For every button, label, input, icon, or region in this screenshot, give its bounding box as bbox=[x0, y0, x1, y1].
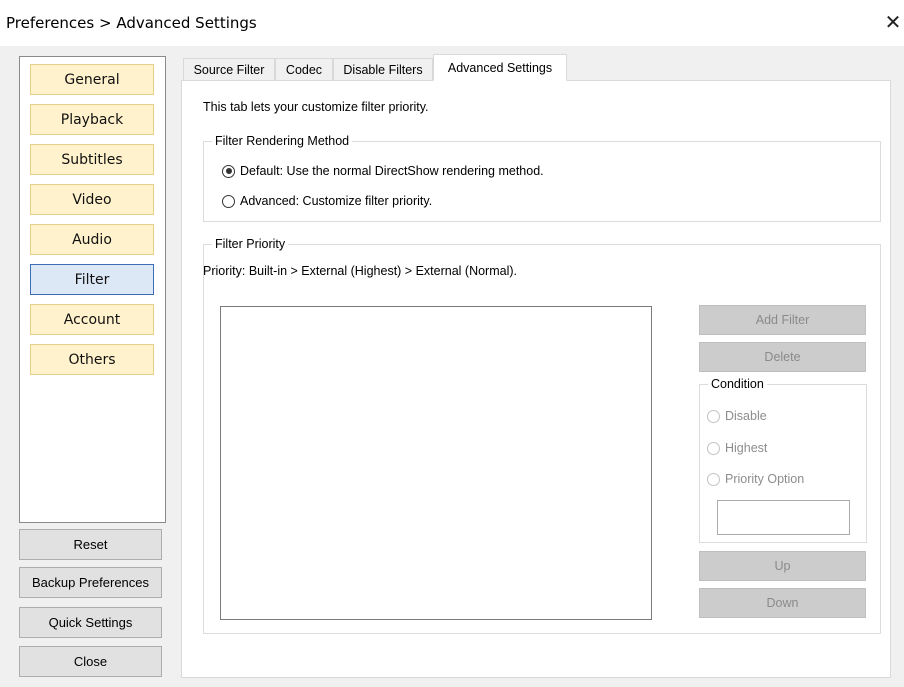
nav-subtitles[interactable]: Subtitles bbox=[30, 144, 154, 175]
nav-account[interactable]: Account bbox=[30, 304, 154, 335]
nav-general[interactable]: General bbox=[30, 64, 154, 95]
radio-unchecked-icon bbox=[222, 194, 235, 208]
nav-audio[interactable]: Audio bbox=[30, 224, 154, 255]
radio-advanced-rendering[interactable]: Advanced: Customize filter priority. bbox=[222, 194, 432, 208]
nav-playback[interactable]: Playback bbox=[30, 104, 154, 135]
radio-checked-icon bbox=[222, 164, 235, 178]
nav-others[interactable]: Others bbox=[30, 344, 154, 375]
filter-list[interactable] bbox=[220, 306, 652, 620]
radio-unchecked-icon bbox=[707, 441, 720, 455]
radio-disable[interactable]: Disable bbox=[707, 409, 767, 423]
group-title: Filter Priority bbox=[212, 237, 289, 251]
radio-label: Disable bbox=[725, 409, 767, 423]
radio-unchecked-icon bbox=[707, 472, 720, 486]
quick-settings-button[interactable]: Quick Settings bbox=[19, 607, 162, 638]
reset-button[interactable]: Reset bbox=[19, 529, 162, 560]
radio-default-rendering[interactable]: Default: Use the normal DirectShow rende… bbox=[222, 164, 544, 178]
close-icon[interactable]: ✕ bbox=[882, 10, 904, 36]
advanced-settings-panel: This tab lets your customize filter prio… bbox=[181, 80, 891, 678]
add-filter-button[interactable]: Add Filter bbox=[699, 305, 866, 335]
group-title: Condition bbox=[708, 377, 767, 391]
radio-highest[interactable]: Highest bbox=[707, 441, 767, 455]
radio-label: Default: Use the normal DirectShow rende… bbox=[240, 164, 544, 178]
tab-source-filter[interactable]: Source Filter bbox=[183, 58, 275, 80]
close-button[interactable]: Close bbox=[19, 646, 162, 677]
tab-advanced-settings[interactable]: Advanced Settings bbox=[433, 54, 567, 81]
tab-codec[interactable]: Codec bbox=[275, 58, 333, 80]
window-title: Preferences > Advanced Settings bbox=[6, 14, 257, 32]
nav-video[interactable]: Video bbox=[30, 184, 154, 215]
radio-label: Priority Option bbox=[725, 472, 805, 486]
nav-filter[interactable]: Filter bbox=[30, 264, 154, 295]
radio-unchecked-icon bbox=[707, 409, 720, 423]
priority-option-input[interactable] bbox=[717, 500, 850, 535]
radio-label: Highest bbox=[725, 441, 768, 455]
radio-label: Advanced: Customize filter priority. bbox=[240, 194, 433, 208]
rendering-method-group: Filter Rendering Method bbox=[203, 134, 881, 222]
title-bar: Preferences > Advanced Settings ✕ bbox=[0, 0, 904, 46]
backup-preferences-button[interactable]: Backup Preferences bbox=[19, 567, 162, 598]
up-button[interactable]: Up bbox=[699, 551, 866, 581]
category-nav: General Playback Subtitles Video Audio F… bbox=[19, 56, 166, 523]
group-title: Filter Rendering Method bbox=[212, 134, 353, 148]
priority-text: Priority: Built-in > External (Highest) … bbox=[203, 264, 517, 278]
down-button[interactable]: Down bbox=[699, 588, 866, 618]
tab-description: This tab lets your customize filter prio… bbox=[203, 100, 429, 114]
radio-priority-option[interactable]: Priority Option bbox=[707, 472, 804, 486]
tab-disable-filters[interactable]: Disable Filters bbox=[333, 58, 433, 80]
delete-button[interactable]: Delete bbox=[699, 342, 866, 372]
